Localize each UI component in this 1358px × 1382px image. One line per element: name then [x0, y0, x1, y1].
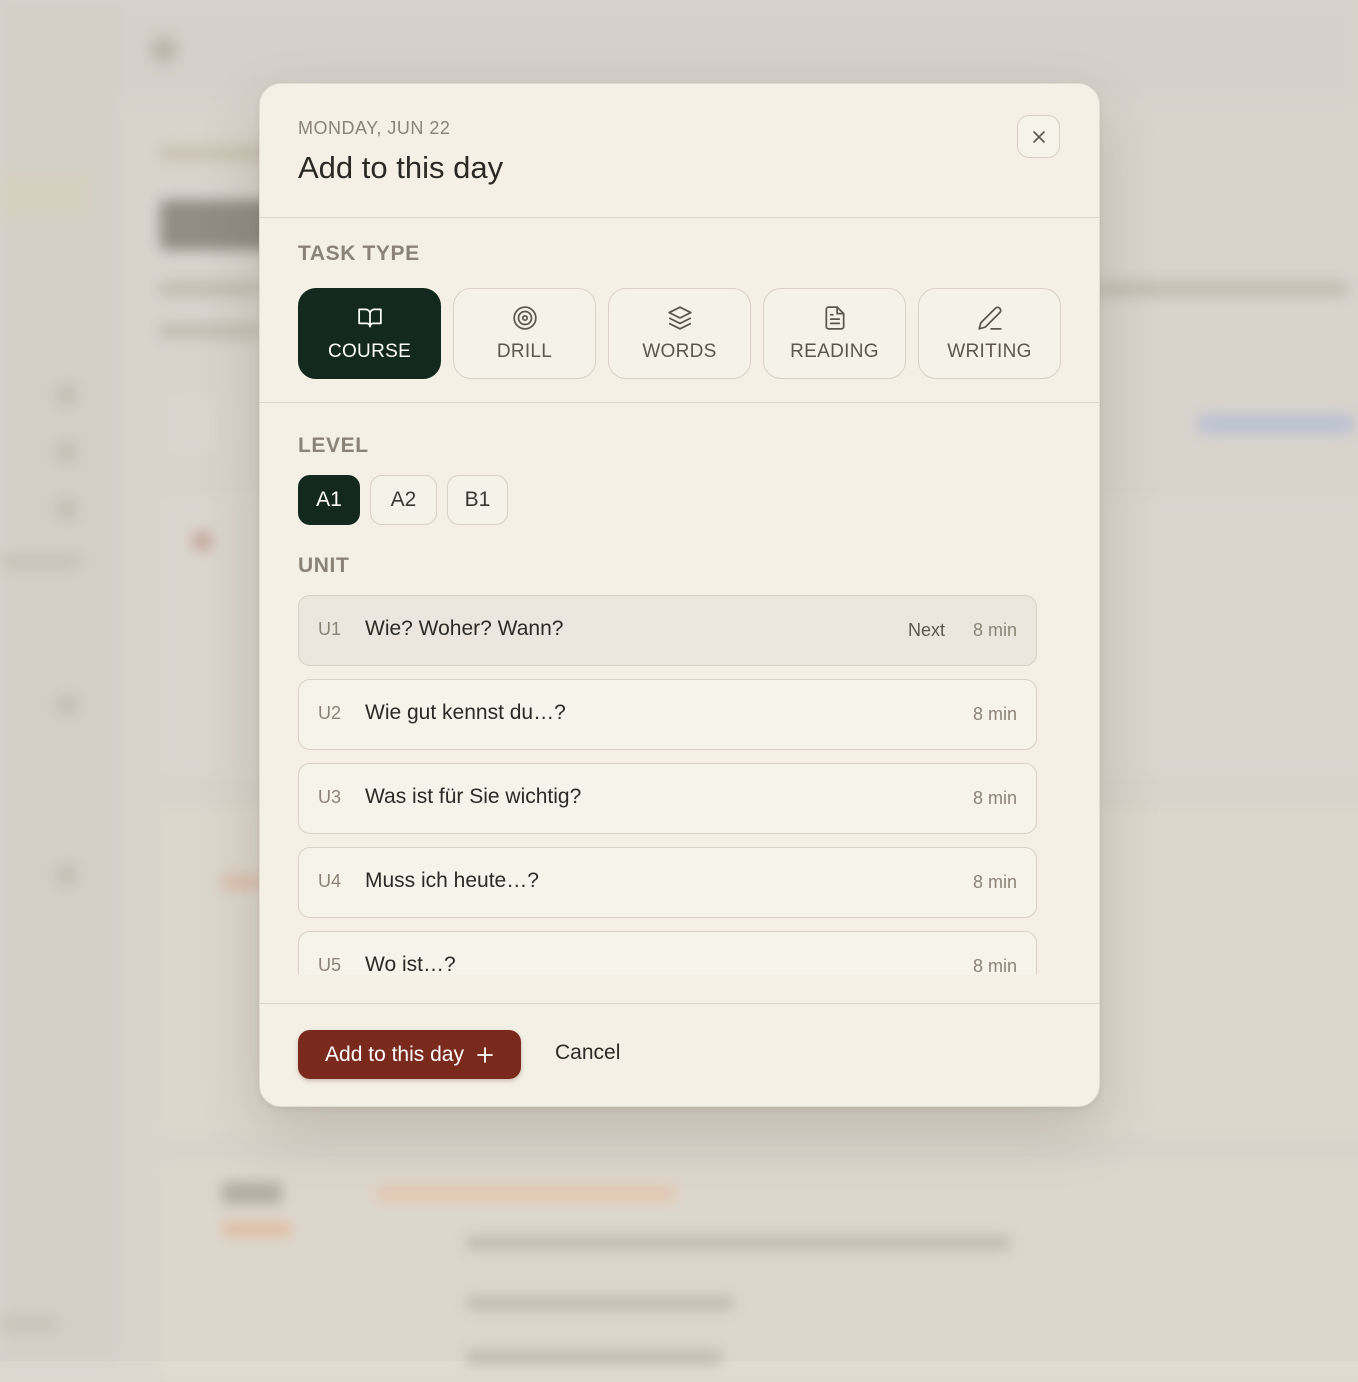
unit-name: Muss ich heute…? — [365, 869, 539, 892]
dialog-header: MONDAY, JUN 22 Add to this day — [260, 84, 1099, 218]
add-to-day-button[interactable]: Add to this day — [298, 1030, 521, 1079]
unit-code: U2 — [318, 703, 342, 723]
unit-row-u3[interactable]: U3 Was ist für Sie wichtig? 8 min — [298, 763, 1037, 834]
task-type-label-text: WRITING — [947, 340, 1032, 362]
task-type-label: TASK TYPE — [298, 242, 420, 265]
task-type-label-text: COURSE — [327, 340, 412, 362]
close-button[interactable] — [1017, 115, 1060, 158]
cancel-button[interactable]: Cancel — [555, 1041, 620, 1065]
task-type-writing[interactable]: WRITING — [918, 288, 1061, 379]
unit-name: Wie gut kennst du…? — [365, 701, 566, 724]
level-group: A1 A2 B1 — [298, 475, 508, 525]
level-b1[interactable]: B1 — [447, 475, 508, 525]
book-open-icon — [357, 307, 382, 328]
unit-duration: 8 min — [972, 620, 1017, 640]
level-label: LEVEL — [298, 434, 369, 457]
level-a1[interactable]: A1 — [298, 475, 360, 525]
unit-code: U4 — [318, 871, 342, 891]
target-icon — [512, 305, 537, 330]
close-icon — [1032, 130, 1045, 143]
unit-row-u5[interactable]: U5 Wo ist…? 8 min — [298, 931, 1037, 975]
document-icon — [824, 305, 845, 330]
unit-name: Was ist für Sie wichtig? — [365, 785, 582, 808]
unit-list[interactable]: U1 Wie? Woher? Wann? Next 8 min U2 Wie g… — [298, 595, 1038, 975]
add-task-dialog: MONDAY, JUN 22 Add to this day TASK TYPE… — [259, 83, 1100, 1107]
layers-icon — [667, 305, 692, 330]
unit-row-u4[interactable]: U4 Muss ich heute…? 8 min — [298, 847, 1037, 918]
unit-row-u1[interactable]: U1 Wie? Woher? Wann? Next 8 min — [298, 595, 1037, 666]
task-type-group: COURSE DRILL WORDS READING WRITING — [298, 288, 1061, 379]
next-badge: Next — [907, 620, 945, 640]
level-a2[interactable]: A2 — [370, 475, 437, 525]
unit-duration: 8 min — [972, 956, 1017, 975]
dialog-title: Add to this day — [298, 150, 504, 185]
task-type-course[interactable]: COURSE — [298, 288, 441, 379]
unit-code: U1 — [318, 619, 342, 639]
task-type-reading[interactable]: READING — [763, 288, 906, 379]
unit-row-u2[interactable]: U2 Wie gut kennst du…? 8 min — [298, 679, 1037, 750]
task-type-drill[interactable]: DRILL — [453, 288, 596, 379]
dialog-footer: Add to this day Cancel — [260, 1003, 1099, 1106]
dialog-date: MONDAY, JUN 22 — [298, 118, 451, 138]
task-type-label-text: READING — [790, 340, 879, 362]
unit-label: UNIT — [298, 554, 350, 577]
task-type-label-text: DRILL — [496, 340, 553, 362]
unit-duration: 8 min — [972, 872, 1017, 892]
task-type-words[interactable]: WORDS — [608, 288, 751, 379]
pen-icon — [977, 306, 1002, 330]
add-to-day-label: Add to this day — [325, 1042, 464, 1066]
unit-name: Wie? Woher? Wann? — [365, 617, 564, 640]
unit-duration: 8 min — [972, 704, 1017, 724]
plus-icon — [477, 1046, 493, 1063]
unit-name: Wo ist…? — [365, 953, 456, 975]
task-type-label-text: WORDS — [642, 340, 717, 362]
unit-code: U3 — [318, 787, 342, 807]
unit-duration: 8 min — [972, 788, 1017, 808]
section-divider — [260, 402, 1099, 403]
unit-code: U5 — [318, 955, 342, 975]
